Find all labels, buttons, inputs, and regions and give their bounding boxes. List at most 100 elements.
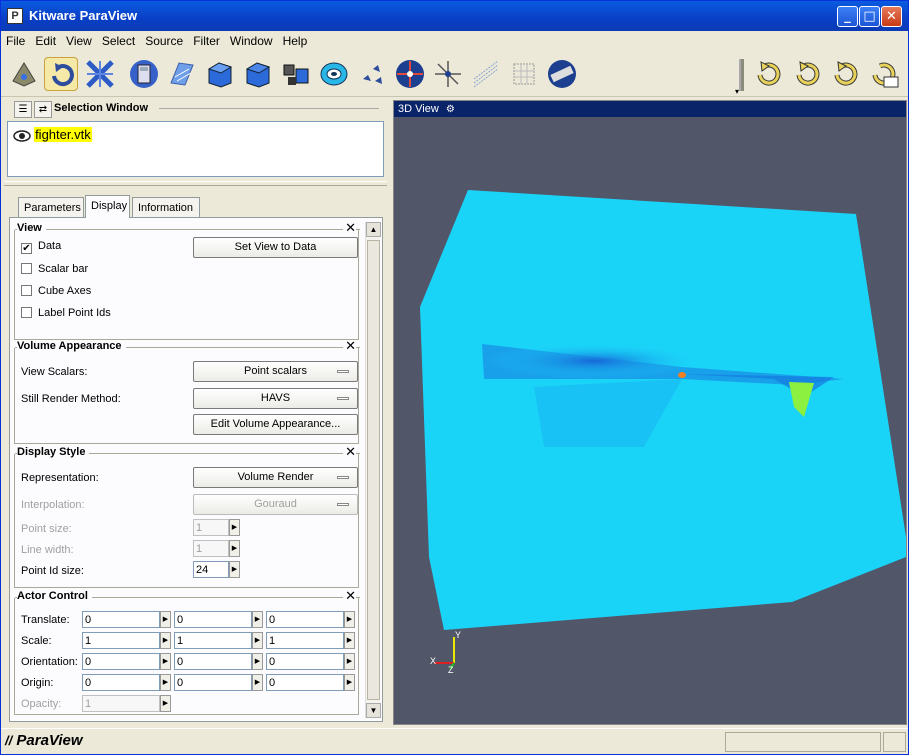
spin-arrow-icon[interactable]: ▶ [252,653,263,670]
menu-filter[interactable]: Filter [188,31,225,48]
calculator-button[interactable] [127,57,161,91]
reset-camera-button[interactable] [7,57,41,91]
cube-axes-row[interactable]: Cube Axes [21,285,91,297]
origin-x-input[interactable] [82,674,160,691]
collapse-volume-icon[interactable]: ✕ [343,339,356,352]
center-button[interactable] [393,57,427,91]
vertical-scrollbar[interactable]: ▲ ▼ [365,222,381,718]
interpolation-dropdown[interactable]: Gouraud [193,494,358,515]
eye-icon[interactable] [13,130,31,142]
scalar-bar-checkbox[interactable] [21,263,32,274]
toolbar-overflow-icon[interactable]: ▾ [735,87,739,96]
menu-window[interactable]: Window [225,31,278,48]
spin-arrow-icon[interactable]: ▶ [344,653,355,670]
label-point-ids-row[interactable]: Label Point Ids [21,307,111,319]
menu-view[interactable]: View [61,31,97,48]
still-render-dropdown[interactable]: HAVS [193,388,358,409]
glyph-button[interactable] [317,57,351,91]
tab-display[interactable]: Display [85,195,130,218]
translate-x-input[interactable] [82,611,160,628]
render-canvas[interactable]: Y X Z [394,117,906,724]
title-bar[interactable]: P Kitware ParaView _ □ ✕ [1,1,908,31]
close-button[interactable]: ✕ [881,6,902,27]
scale-y-input[interactable] [174,632,252,649]
orientation-z-input[interactable] [266,653,344,670]
spin-arrow-icon[interactable]: ▶ [229,519,240,536]
redo-camera-button[interactable] [866,57,900,91]
spin-arrow-icon[interactable]: ▶ [160,695,171,712]
orientation-y-input[interactable] [174,653,252,670]
menu-edit[interactable]: Edit [30,31,61,48]
representation-dropdown[interactable]: Volume Render [193,467,358,488]
pin-button[interactable]: ⇄ [34,101,52,118]
origin-z-input[interactable] [266,674,344,691]
line-width-input[interactable] [193,540,229,557]
collapse-style-icon[interactable]: ✕ [343,445,356,458]
clip-button[interactable] [203,57,237,91]
undo-button[interactable] [751,57,785,91]
cube-axes-checkbox[interactable] [21,285,32,296]
volume-button[interactable] [507,57,541,91]
view-scalars-label: View Scalars: [21,366,88,378]
representation-label: Representation: [21,472,99,484]
menu-select[interactable]: Select [97,31,140,48]
pan-zoom-button[interactable] [83,57,117,91]
scale-x-input[interactable] [82,632,160,649]
spin-arrow-icon[interactable]: ▶ [160,674,171,691]
redo-button[interactable] [790,57,824,91]
line-probe-button[interactable] [469,57,503,91]
data-checkbox[interactable]: ✔ [21,243,32,254]
spin-arrow-icon[interactable]: ▶ [229,561,240,578]
minimize-button[interactable]: _ [837,6,858,27]
origin-y-input[interactable] [174,674,252,691]
menu-help[interactable]: Help [278,31,313,48]
spin-arrow-icon[interactable]: ▶ [160,632,171,649]
scroll-down-button[interactable]: ▼ [366,703,381,718]
tab-information[interactable]: Information [132,197,200,217]
spin-arrow-icon[interactable]: ▶ [252,632,263,649]
menu-file[interactable]: File [1,31,30,48]
selection-list[interactable]: fighter.vtk [7,121,384,177]
label-point-ids-checkbox[interactable] [21,307,32,318]
maximize-button[interactable]: □ [859,6,880,27]
selection-item[interactable]: fighter.vtk [13,127,92,142]
spin-arrow-icon[interactable]: ▶ [252,674,263,691]
tab-parameters[interactable]: Parameters [18,197,84,217]
opacity-input[interactable] [82,695,160,712]
edit-volume-appearance-button[interactable]: Edit Volume Appearance... [193,414,358,435]
view-scalars-dropdown[interactable]: Point scalars [193,361,358,382]
spin-arrow-icon[interactable]: ▶ [160,653,171,670]
rotate-button[interactable] [44,57,78,91]
contour-button[interactable] [165,57,199,91]
scale-z-input[interactable] [266,632,344,649]
undo-camera-button[interactable] [828,57,862,91]
collapse-view-icon[interactable]: ✕ [343,221,356,234]
point-id-size-input[interactable] [193,561,229,578]
list-view-button[interactable]: ☰ [14,101,32,118]
cut-button[interactable] [241,57,275,91]
spin-arrow-icon[interactable]: ▶ [252,611,263,628]
pick-center-button[interactable] [431,57,465,91]
set-view-to-data-button[interactable]: Set View to Data [193,237,358,258]
spin-arrow-icon[interactable]: ▶ [160,611,171,628]
spin-arrow-icon[interactable]: ▶ [344,632,355,649]
view-options-icon[interactable]: ⚙ [446,104,455,115]
point-size-input[interactable] [193,519,229,536]
spin-arrow-icon[interactable]: ▶ [344,611,355,628]
ruler-button[interactable] [545,57,579,91]
orientation-x-input[interactable] [82,653,160,670]
menu-source[interactable]: Source [140,31,188,48]
panel-splitter[interactable] [4,181,387,186]
collapse-actor-icon[interactable]: ✕ [343,589,356,602]
translate-z-input[interactable] [266,611,344,628]
scroll-thumb[interactable] [367,240,380,700]
stream-button[interactable] [355,57,389,91]
status-grip[interactable] [883,732,906,752]
data-checkbox-row[interactable]: ✔ Data [21,240,61,254]
scalar-bar-row[interactable]: Scalar bar [21,263,88,275]
translate-y-input[interactable] [174,611,252,628]
spin-arrow-icon[interactable]: ▶ [229,540,240,557]
threshold-button[interactable] [279,57,313,91]
scroll-up-button[interactable]: ▲ [366,222,381,237]
spin-arrow-icon[interactable]: ▶ [344,674,355,691]
